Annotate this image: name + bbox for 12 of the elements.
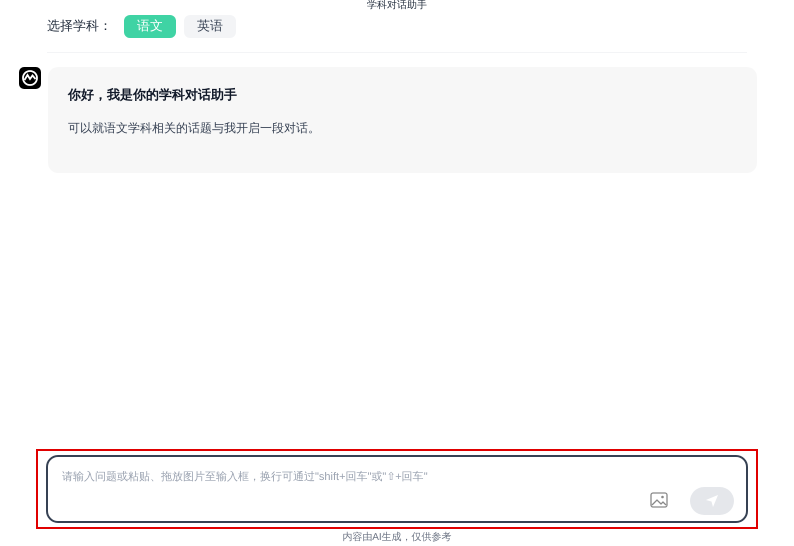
subject-label: 选择学科： [47, 17, 112, 36]
subject-tab[interactable]: 英语 [184, 14, 236, 38]
chat-input[interactable]: 请输入问题或粘贴、拖放图片至输入框，换行可通过"shift+回车"或"⇧+回车" [46, 455, 748, 523]
page-title: 学科对话助手 [367, 0, 427, 12]
image-icon[interactable] [650, 492, 668, 508]
assistant-avatar-icon [19, 67, 41, 89]
subject-tab[interactable]: 语文 [124, 14, 176, 38]
send-icon [705, 494, 719, 508]
message-text: 可以就语文学科相关的话题与我开启一段对话。 [68, 120, 321, 136]
message-title: 你好，我是你的学科对话助手 [68, 86, 238, 104]
disclaimer-text: 内容由AI生成，仅供参考 [342, 530, 452, 545]
input-placeholder: 请输入问题或粘贴、拖放图片至输入框，换行可通过"shift+回车"或"⇧+回车" [62, 470, 428, 485]
